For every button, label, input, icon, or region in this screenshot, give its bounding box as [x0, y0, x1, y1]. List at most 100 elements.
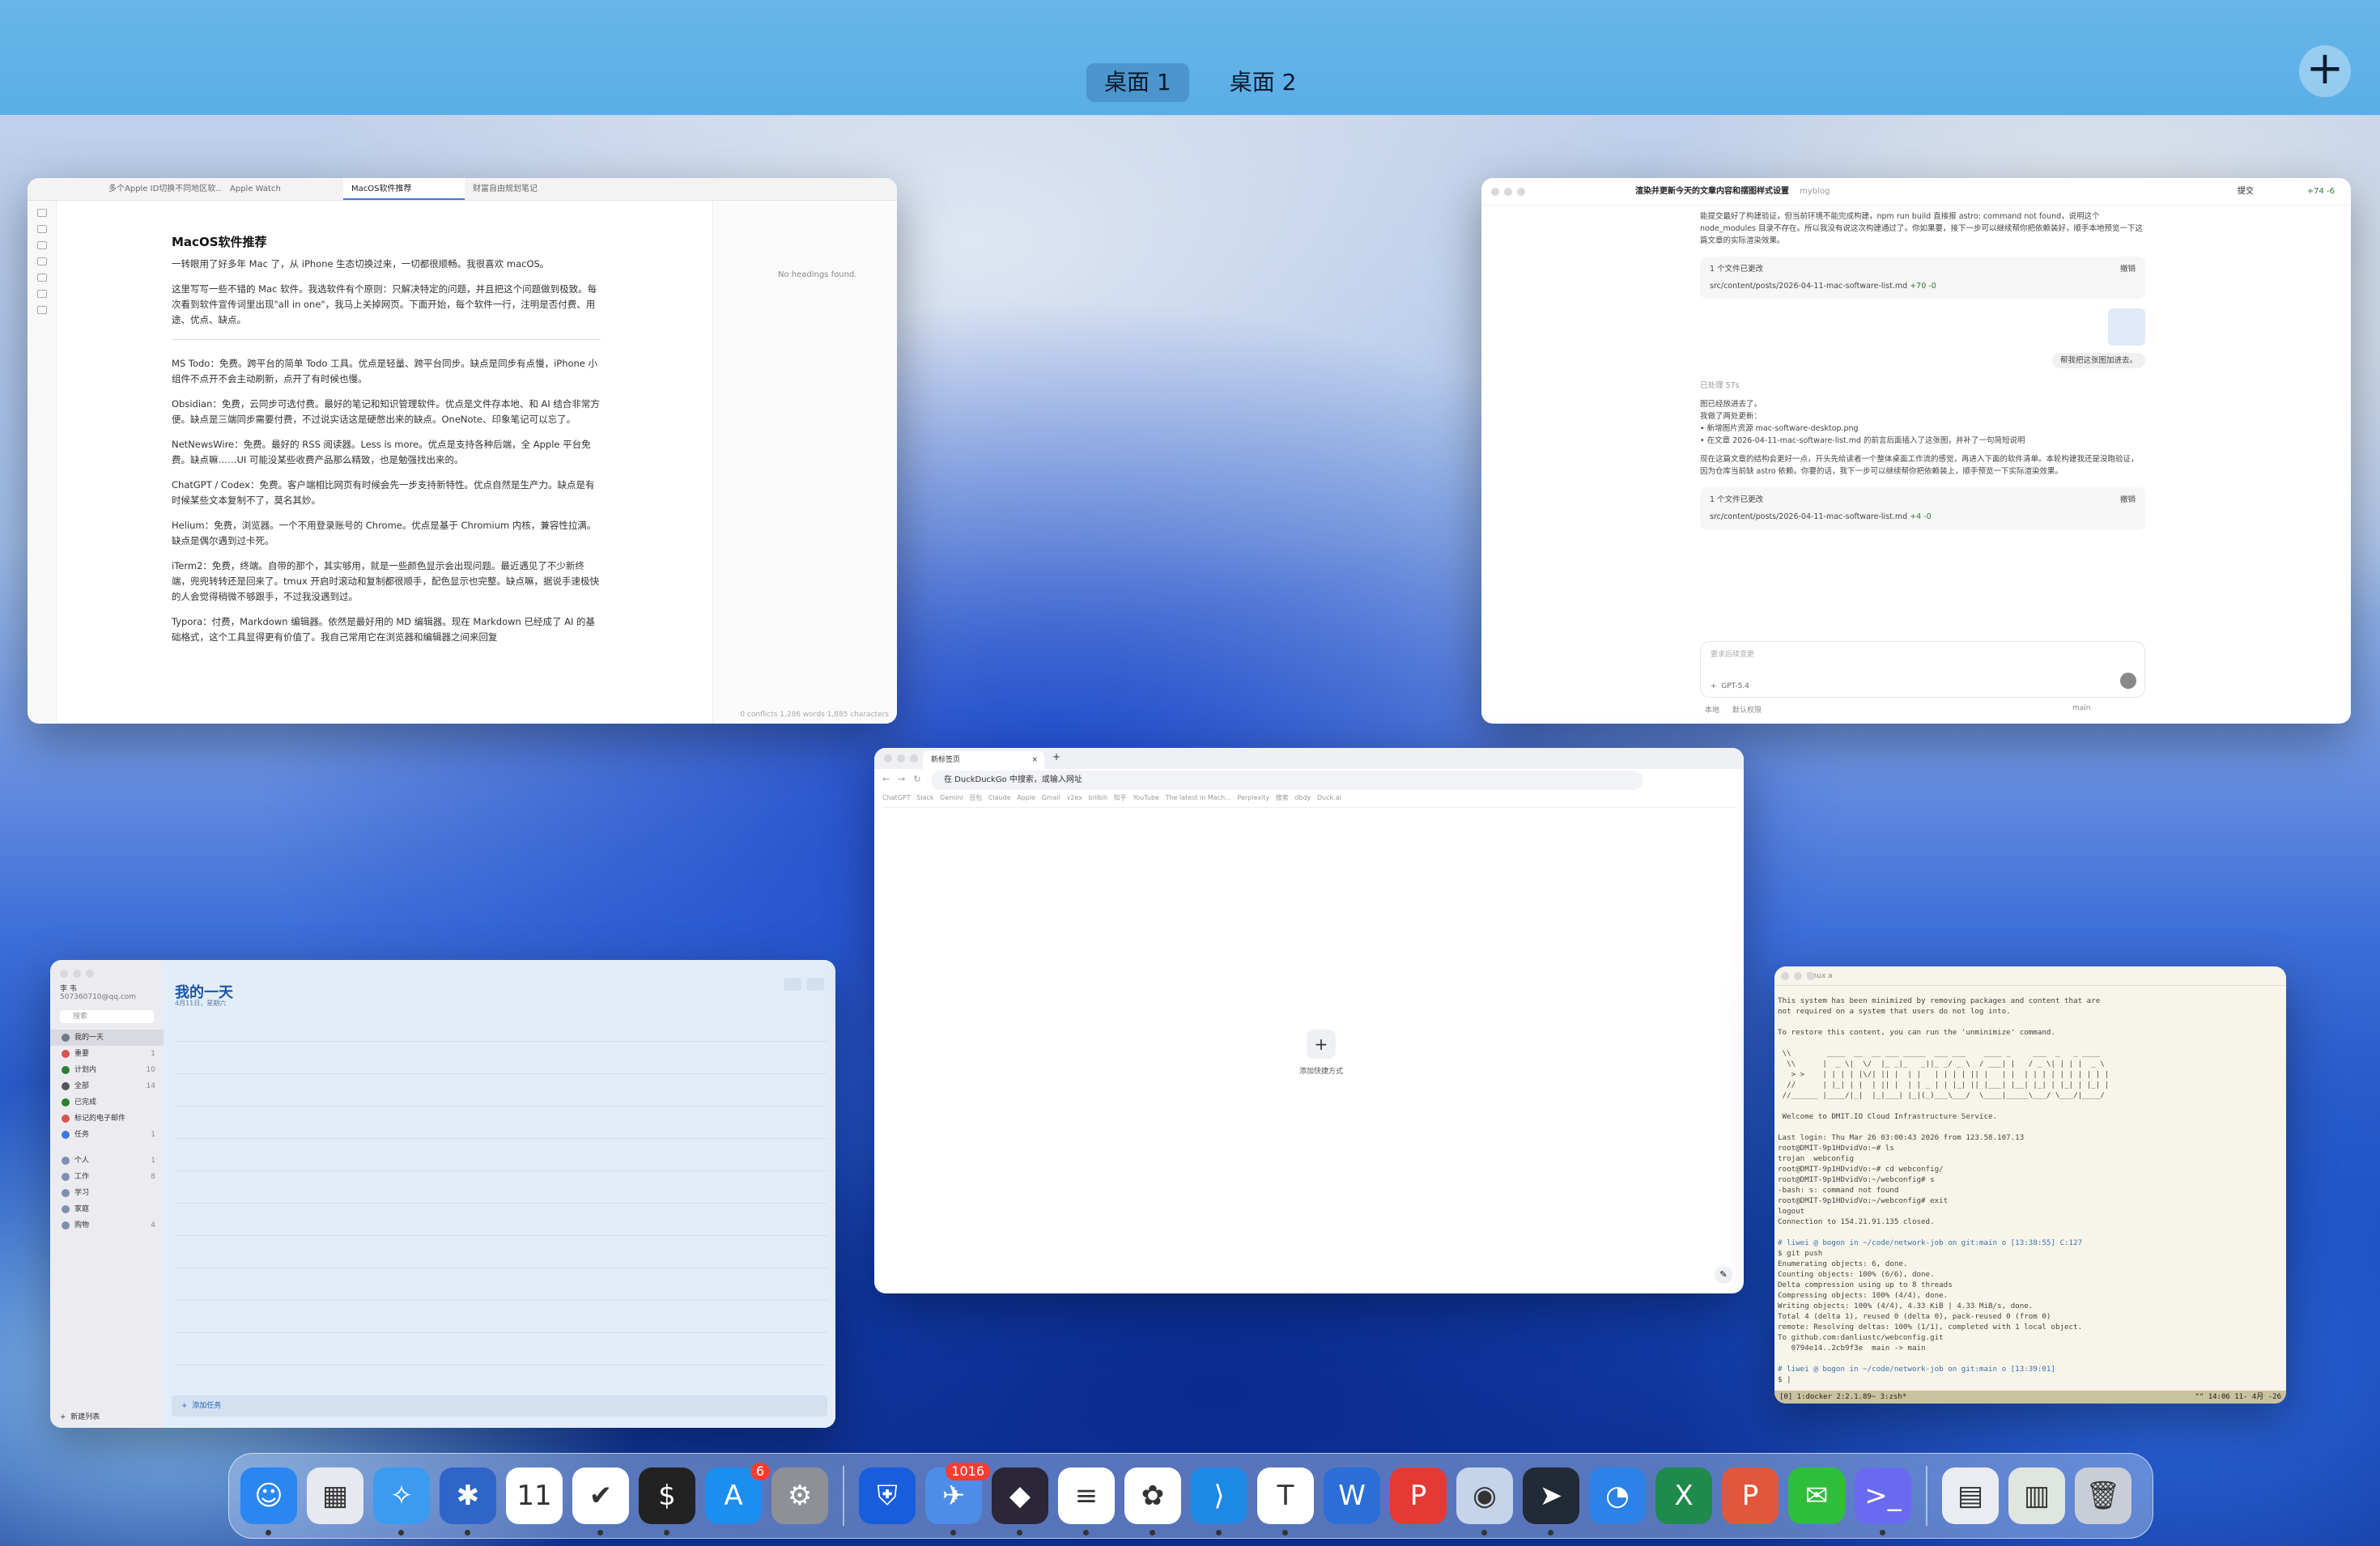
window-controls[interactable]: [884, 754, 918, 762]
prompt-input[interactable]: 要求后续变更 + GPT-5.4: [1700, 641, 2145, 698]
typora-window[interactable]: 多个Apple ID切换不同地区软... Apple Watch MacOS软件…: [28, 178, 897, 724]
list-completed[interactable]: 已完成: [50, 1094, 164, 1111]
finder-icon[interactable]: ☺: [240, 1467, 297, 1535]
word-icon[interactable]: W: [1324, 1467, 1380, 1524]
list-my-day[interactable]: 我的一天: [50, 1030, 164, 1046]
permission-selector[interactable]: 默认权限: [1732, 704, 1762, 715]
trash-icon[interactable]: 🗑: [2075, 1467, 2131, 1524]
model-selector[interactable]: + GPT-5.4: [1711, 682, 1749, 690]
launchpad-icon[interactable]: ▦: [307, 1467, 363, 1524]
bookmark[interactable]: ChatGPT: [882, 794, 911, 801]
wechat-icon[interactable]: ✉: [1788, 1467, 1845, 1524]
window-controls[interactable]: [1781, 972, 1815, 980]
safari-icon[interactable]: ✧: [373, 1467, 430, 1535]
undo-button[interactable]: 撤销: [2120, 494, 2136, 506]
search-icon[interactable]: [37, 225, 47, 233]
attached-image[interactable]: [2108, 308, 2145, 346]
bookmark[interactable]: 知乎: [1114, 794, 1127, 801]
downloads-stack-icon[interactable]: ▥: [2008, 1467, 2065, 1524]
chatgpt-icon[interactable]: ✿: [1124, 1467, 1181, 1535]
search-field[interactable]: 搜索: [60, 1010, 154, 1023]
todo-window[interactable]: 李 韦 507360710@qq.com 搜索 我的一天 重要 1 计划内 10 全…: [50, 960, 835, 1428]
terminal-window[interactable]: tmux a This system has been minimized by…: [1774, 966, 2286, 1404]
list-flagged-email[interactable]: 标记的电子邮件: [50, 1111, 164, 1127]
local-selector[interactable]: 本地: [1705, 704, 1719, 715]
perplexity-icon[interactable]: ✱: [440, 1467, 496, 1535]
bookmark[interactable]: Duck.ai: [1317, 794, 1341, 801]
tab-apple-watch[interactable]: Apple Watch: [222, 178, 343, 200]
calendar-icon[interactable]: [37, 274, 47, 282]
tab-apple-id[interactable]: 多个Apple ID切换不同地区软...: [100, 178, 222, 200]
bookmark[interactable]: The latest in Mach...: [1166, 794, 1231, 801]
space-desktop-1[interactable]: 桌面 1: [1086, 63, 1189, 102]
remote-icon[interactable]: >_: [1855, 1467, 1911, 1535]
edit-icon[interactable]: ✎: [1715, 1266, 1732, 1284]
typora-icon[interactable]: T: [1257, 1467, 1314, 1535]
add-task-input[interactable]: + 添加任务: [172, 1395, 827, 1416]
address-bar[interactable]: 在 DuckDuckGo 中搜索，或输入网址: [931, 771, 1643, 790]
window-controls[interactable]: [60, 970, 94, 978]
add-space-button[interactable]: +: [2299, 45, 2351, 97]
list-personal[interactable]: 个人 1: [50, 1153, 164, 1169]
file-path[interactable]: src/content/posts/2026-04-11-mac-softwar…: [1710, 282, 1907, 291]
processing-meta[interactable]: 已处理 57s: [1700, 380, 2145, 392]
calendar-icon[interactable]: 11: [506, 1467, 563, 1524]
bookmark[interactable]: 豆包: [969, 794, 982, 801]
app-store-icon[interactable]: A6: [705, 1463, 770, 1524]
excel-icon[interactable]: X: [1655, 1467, 1712, 1524]
send-icon[interactable]: [2120, 673, 2136, 689]
bookmark[interactable]: bilibili: [1089, 794, 1108, 801]
list-work[interactable]: 工作 8: [50, 1169, 164, 1185]
bookmark[interactable]: Gmail: [1042, 794, 1060, 801]
branch-selector[interactable]: main: [2072, 704, 2091, 712]
bookmark[interactable]: Gemini: [940, 794, 963, 801]
new-list-button[interactable]: + 新建列表: [60, 1411, 100, 1421]
list-planned[interactable]: 计划内 10: [50, 1062, 164, 1078]
browser-window[interactable]: 新标签页 × + ←→↻ 在 DuckDuckGo 中搜索，或输入网址 Chat…: [874, 748, 1744, 1293]
pdf-icon[interactable]: P: [1390, 1467, 1447, 1524]
activity-icon[interactable]: ◔: [1589, 1467, 1646, 1524]
netnewswire-icon[interactable]: ✈ 1016: [925, 1463, 990, 1535]
space-desktop-2[interactable]: 桌面 2: [1212, 63, 1315, 102]
file-path[interactable]: src/content/posts/2026-04-11-mac-softwar…: [1710, 512, 1907, 521]
helium-icon[interactable]: ◉: [1456, 1467, 1513, 1535]
terminal-icon[interactable]: $: [639, 1467, 695, 1535]
obsidian-icon[interactable]: ◆: [992, 1467, 1048, 1535]
tab-new-tab[interactable]: 新标签页 ×: [923, 751, 1044, 769]
nav-buttons[interactable]: ←→↻: [882, 774, 929, 784]
codex-window[interactable]: 渲染并更新今天的文章内容和摆图样式设置 myblog 提交 +74 -6 能提交…: [1481, 178, 2351, 724]
commit-button[interactable]: 提交: [2238, 178, 2254, 206]
telegram-icon[interactable]: ➤: [1523, 1467, 1579, 1535]
bookmark[interactable]: dbdy: [1294, 794, 1311, 801]
powerpoint-icon[interactable]: P: [1722, 1467, 1779, 1524]
bookmark[interactable]: v2ex: [1067, 794, 1082, 801]
terminal-output[interactable]: This system has been minimized by removi…: [1778, 996, 2283, 1385]
documents-stack-icon[interactable]: ▤: [1942, 1467, 1999, 1524]
list-all[interactable]: 全部 14: [50, 1078, 164, 1094]
add-shortcut[interactable]: + 添加快捷方式: [1299, 1030, 1343, 1076]
settings-icon[interactable]: [37, 306, 47, 314]
link-icon[interactable]: [37, 290, 47, 298]
tag-icon[interactable]: [37, 257, 47, 265]
outline-icon[interactable]: [37, 241, 47, 249]
undo-button[interactable]: 撤销: [2120, 263, 2136, 275]
close-icon[interactable]: ×: [1031, 751, 1038, 769]
list-tasks[interactable]: 任务 1: [50, 1127, 164, 1143]
notes-icon[interactable]: ≡: [1058, 1467, 1115, 1535]
todo-icon[interactable]: ✔: [572, 1467, 629, 1535]
account[interactable]: 李 韦 507360710@qq.com: [60, 983, 136, 1001]
more-icon[interactable]: [806, 978, 824, 991]
list-important[interactable]: 重要 1: [50, 1046, 164, 1062]
bookmark[interactable]: Slack: [916, 794, 933, 801]
bookmark[interactable]: Claude: [988, 794, 1011, 801]
system-settings-icon[interactable]: ⚙: [771, 1467, 828, 1524]
list-study[interactable]: 学习: [50, 1185, 164, 1201]
suggestions-icon[interactable]: [784, 978, 801, 991]
tab-wealth-notes[interactable]: 财富自由规划笔记: [465, 178, 586, 200]
typora-document[interactable]: MacOS软件推荐 一转眼用了好多年 Mac 了，从 iPhone 生态切换过来…: [172, 235, 601, 655]
list-shopping[interactable]: 购物 4: [50, 1217, 164, 1234]
tab-macos-software[interactable]: MacOS软件推荐: [343, 178, 465, 200]
files-icon[interactable]: [37, 209, 47, 217]
bookmark[interactable]: YouTube: [1133, 794, 1159, 801]
bookmark[interactable]: Apple: [1017, 794, 1035, 801]
